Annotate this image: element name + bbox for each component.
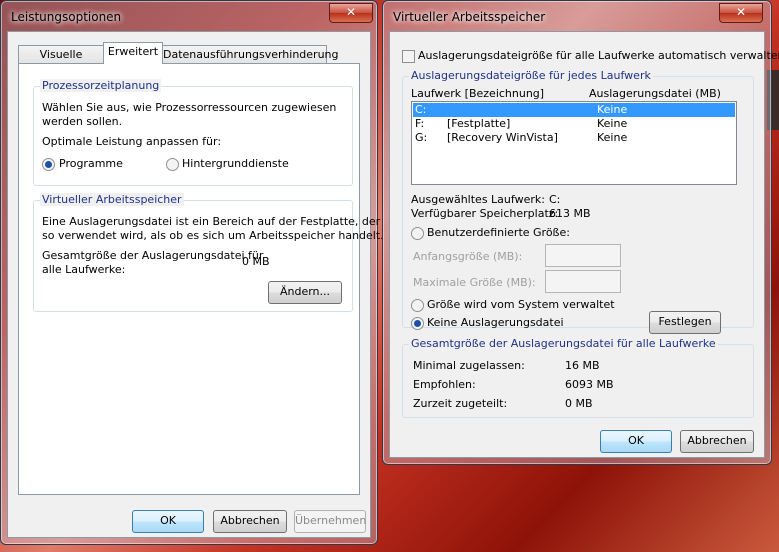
- auto-manage-label[interactable]: Auslagerungsdateigröße für alle Laufwerk…: [418, 49, 779, 62]
- initial-size-input: [545, 244, 621, 267]
- performance-options-window: Leistungsoptionen ✕ Visuelle Effekte Erw…: [0, 0, 384, 545]
- initial-size-label: Anfangsgröße (MB):: [413, 250, 523, 263]
- tab-advanced[interactable]: Erweitert: [103, 42, 163, 64]
- title-bar[interactable]: Leistungsoptionen ✕: [1, 1, 377, 31]
- total-pagefile-value: 0 MB: [242, 255, 270, 268]
- drive-pagefile: Keine: [597, 117, 628, 130]
- ok-button[interactable]: OK: [132, 510, 204, 533]
- total-pagefile-label-line2: alle Laufwerke:: [42, 263, 126, 276]
- per-drive-group: Auslagerungsdateigröße für jedes Laufwer…: [402, 69, 754, 334]
- window-title: Virtueller Arbeitsspeicher: [393, 10, 546, 24]
- virtual-memory-window: Virtueller Arbeitsspeicher ✕ Auslagerung…: [382, 0, 779, 465]
- background-services-radio[interactable]: [166, 158, 179, 171]
- processor-scheduling-description: Wählen Sie aus, wie Prozessorressourcen …: [42, 101, 337, 128]
- total-pagefile-group: Gesamtgröße der Auslagerungsdatei für al…: [402, 337, 754, 418]
- programs-radio[interactable]: [42, 158, 55, 171]
- total-pagefile-label-line1: Gesamtgröße der Auslagerungsdatei für: [42, 249, 264, 262]
- column-header-pagefile: Auslagerungsdatei (MB): [589, 87, 721, 100]
- maximum-size-label: Maximale Größe (MB):: [413, 276, 536, 289]
- per-drive-label: Auslagerungsdateigröße für jedes Laufwer…: [409, 69, 653, 82]
- title-bar[interactable]: Virtueller Arbeitsspeicher ✕: [383, 1, 771, 31]
- system-managed-radio[interactable]: [411, 299, 424, 312]
- set-button[interactable]: Festlegen: [649, 311, 721, 334]
- drive-letter: G:: [415, 131, 428, 144]
- drive-label: [Recovery WinVista]: [447, 131, 558, 144]
- drive-pagefile: Keine: [597, 103, 628, 116]
- free-space-value: 613 MB: [549, 207, 591, 220]
- processor-scheduling-group: Prozessorzeitplanung Wählen Sie aus, wie…: [33, 79, 353, 186]
- dialog-client-area: Visuelle Effekte Erweitert Datenausführu…: [7, 31, 384, 538]
- no-pagefile-label[interactable]: Keine Auslagerungsdatei: [427, 316, 564, 329]
- cancel-button[interactable]: Abbrechen: [213, 510, 287, 533]
- virtual-memory-label: Virtueller Arbeitsspeicher: [40, 193, 184, 206]
- custom-size-radio[interactable]: [411, 227, 424, 240]
- drive-label: [Festplatte]: [447, 117, 511, 130]
- free-space-label: Verfügbarer Speicherplatz:: [411, 207, 559, 220]
- ok-button[interactable]: OK: [600, 430, 672, 453]
- drive-list[interactable]: C: Keine F: [Festplatte] Keine G: [Recov…: [411, 101, 737, 185]
- tab-visual-effects[interactable]: Visuelle Effekte: [18, 45, 104, 79]
- recommended-label: Empfohlen:: [413, 378, 476, 391]
- min-allowed-value: 16 MB: [565, 359, 600, 372]
- apply-button: Übernehmen: [294, 510, 366, 533]
- drive-letter: F:: [415, 117, 425, 130]
- system-managed-label[interactable]: Größe wird vom System verwaltet: [427, 298, 615, 311]
- tab-data-execution-prevention[interactable]: Datenausführungsverhinderung: [162, 45, 339, 64]
- drive-letter: C:: [415, 103, 427, 116]
- close-button[interactable]: ✕: [719, 3, 763, 23]
- maximum-size-input: [545, 270, 621, 293]
- currently-allocated-value: 0 MB: [565, 397, 593, 410]
- tab-panel-advanced: Prozessorzeitplanung Wählen Sie aus, wie…: [18, 63, 384, 495]
- virtual-memory-description-line1: Eine Auslagerungsdatei ist ein Bereich a…: [42, 215, 381, 228]
- cancel-button[interactable]: Abbrechen: [680, 430, 754, 453]
- adjust-for-label: Optimale Leistung anpassen für:: [42, 135, 222, 148]
- no-pagefile-radio[interactable]: [411, 317, 424, 330]
- virtual-memory-group: Virtueller Arbeitsspeicher Eine Auslager…: [33, 193, 384, 312]
- close-button[interactable]: ✕: [329, 3, 373, 23]
- background-services-label[interactable]: Hintergrunddienste: [182, 157, 289, 170]
- drive-pagefile: Keine: [597, 131, 628, 144]
- currently-allocated-label: Zurzeit zugeteilt:: [413, 397, 508, 410]
- window-title: Leistungsoptionen: [11, 10, 122, 24]
- virtual-memory-description-line2: so verwendet wird, als ob es sich um Arb…: [42, 229, 384, 242]
- change-button[interactable]: Ändern...: [268, 281, 342, 304]
- selected-drive-value: C:: [549, 193, 561, 206]
- programs-label[interactable]: Programme: [59, 157, 123, 170]
- total-pagefile-group-label: Gesamtgröße der Auslagerungsdatei für al…: [409, 337, 718, 350]
- drive-row-g[interactable]: G: [Recovery WinVista] Keine: [413, 131, 735, 145]
- dialog-client-area: Auslagerungsdateigröße für alle Laufwerk…: [389, 31, 779, 458]
- drive-row-f[interactable]: F: [Festplatte] Keine: [413, 117, 735, 131]
- processor-scheduling-label: Prozessorzeitplanung: [40, 79, 162, 92]
- custom-size-label[interactable]: Benutzerdefinierte Größe:: [427, 226, 570, 239]
- selected-drive-label: Ausgewähltes Laufwerk:: [411, 193, 545, 206]
- drive-row-c[interactable]: C: Keine: [413, 103, 735, 117]
- auto-manage-checkbox[interactable]: [402, 50, 415, 63]
- recommended-value: 6093 MB: [565, 378, 614, 391]
- min-allowed-label: Minimal zugelassen:: [413, 359, 525, 372]
- column-header-drive: Laufwerk [Bezeichnung]: [411, 87, 545, 100]
